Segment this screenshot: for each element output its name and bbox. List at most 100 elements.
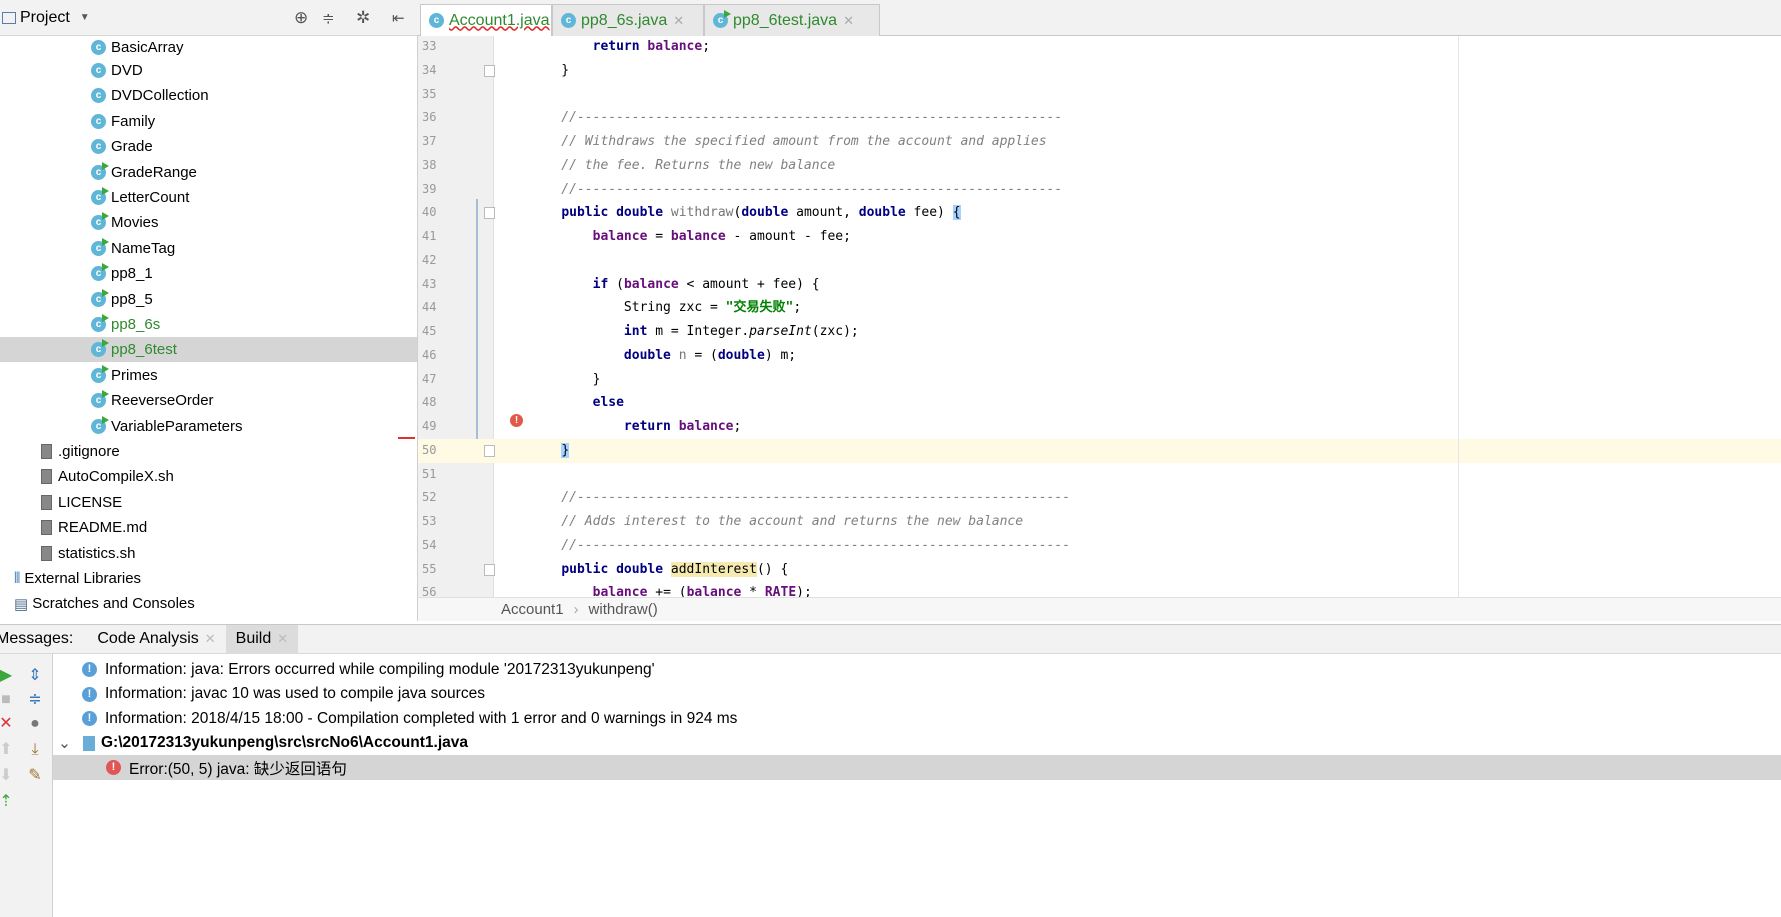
export-icon[interactable]: ⤓ xyxy=(25,740,45,760)
code-line[interactable]: 42 xyxy=(418,249,1781,273)
tree-item[interactable]: statistics.sh xyxy=(0,541,417,566)
tree-item[interactable]: c LetterCount xyxy=(0,185,417,210)
code-line[interactable]: 34 } xyxy=(418,59,1781,83)
message-row[interactable]: ! Information: javac 10 was used to compi… xyxy=(53,682,1781,707)
line-number: 41 xyxy=(422,229,437,243)
stop-icon[interactable]: ■ xyxy=(0,690,16,710)
tree-item[interactable]: ⫴ External Libraries xyxy=(0,566,417,591)
code-line[interactable]: 46 double n = (double) m; xyxy=(418,344,1781,368)
tab-pp8_6s-java[interactable]: c pp8_6s.java ✕ xyxy=(552,4,704,36)
rerun-icon[interactable]: ▶ xyxy=(0,666,16,686)
code-line[interactable]: 48 else xyxy=(418,391,1781,415)
fold-icon[interactable] xyxy=(484,444,495,457)
code-line[interactable]: 35 xyxy=(418,83,1781,107)
tree-item[interactable]: c Movies xyxy=(0,210,417,235)
hide-panel-icon[interactable]: ⇤ xyxy=(392,9,405,27)
tree-item[interactable]: c DVD xyxy=(0,58,417,83)
close-icon[interactable]: ✕ xyxy=(0,714,16,734)
code-line[interactable]: 39 //-----------------------------------… xyxy=(418,178,1781,202)
locate-icon[interactable]: ⊕ xyxy=(294,8,308,28)
up-arrow-icon[interactable]: ⬆ xyxy=(0,740,16,760)
code-line[interactable]: 37 // Withdraws the specified amount fro… xyxy=(418,130,1781,154)
collapse-all-icon[interactable]: ≑ xyxy=(25,690,45,710)
tree-item[interactable]: c Family xyxy=(0,109,417,134)
code-line[interactable]: 54 //-----------------------------------… xyxy=(418,534,1781,558)
filter-errors-icon[interactable]: ● xyxy=(25,714,45,734)
tab-code-analysis[interactable]: Code Analysis ✕ xyxy=(87,625,225,654)
down-arrow-icon[interactable]: ⬇ xyxy=(0,766,16,786)
tree-item[interactable]: ▤ Scratches and Consoles xyxy=(0,591,417,616)
code-line[interactable]: 38 // the fee. Returns the new balance xyxy=(418,154,1781,178)
runnable-class-icon: c xyxy=(91,390,109,409)
project-title[interactable]: Project xyxy=(20,9,70,27)
tab-build[interactable]: Build ✕ xyxy=(225,624,299,654)
tree-item[interactable]: c pp8_6test xyxy=(0,337,417,363)
tab-account1-java[interactable]: cAccount1.java✕ xyxy=(420,4,566,36)
message-row[interactable]: ⌄ G:\20172313yukunpeng\src\srcNo6\Account… xyxy=(53,731,1781,756)
wrench-icon[interactable]: ✎ xyxy=(25,766,45,786)
fold-icon[interactable] xyxy=(484,207,495,220)
breadcrumb-class[interactable]: Account1 xyxy=(501,601,564,618)
message-row[interactable]: ! Error:(50, 5) java: 缺少返回语句 xyxy=(53,755,1781,780)
code-line[interactable]: 45 int m = Integer.parseInt(zxc); xyxy=(418,320,1781,344)
tree-item[interactable]: c pp8_5 xyxy=(0,287,417,312)
chevron-down-icon[interactable]: ▼ xyxy=(80,12,90,23)
code-line[interactable]: 36 //-----------------------------------… xyxy=(418,106,1781,130)
tree-item[interactable]: c Grade xyxy=(0,134,417,159)
tree-item[interactable]: c ReeverseOrder xyxy=(0,388,417,413)
tree-item[interactable]: c Primes xyxy=(0,363,417,388)
tree-item[interactable]: AutoCompileX.sh xyxy=(0,464,417,489)
close-icon[interactable]: ✕ xyxy=(673,13,684,29)
bulb-error-icon[interactable]: ! xyxy=(510,414,523,427)
code-line[interactable]: 47 } xyxy=(418,368,1781,392)
chevron-down-icon[interactable]: ⌄ xyxy=(58,734,80,753)
tree-item[interactable]: c NameTag xyxy=(0,236,417,261)
code-line[interactable]: 49 return balance; xyxy=(418,415,1781,439)
class-icon: c xyxy=(91,39,106,55)
tree-item[interactable]: c pp8_6s xyxy=(0,312,417,337)
code-token: fee) xyxy=(905,205,953,221)
fold-icon[interactable] xyxy=(484,563,495,576)
code-line[interactable]: 52 //-----------------------------------… xyxy=(418,486,1781,510)
message-row[interactable]: ! Information: 2018/4/15 18:00 - Compilat… xyxy=(53,706,1781,731)
code-line[interactable]: 44 String zxc = "交易失败"; xyxy=(418,296,1781,320)
tab-label: Build xyxy=(235,630,272,647)
code-line[interactable]: 50 } xyxy=(418,438,1781,463)
close-icon[interactable]: ✕ xyxy=(205,631,216,647)
code-editor[interactable]: 33 return balance; 34 } 35 36 //-----------… xyxy=(418,36,1781,597)
line-number: 42 xyxy=(422,252,437,267)
tree-item[interactable]: README.md xyxy=(0,515,417,540)
expand-all-icon[interactable]: ⇕ xyxy=(25,666,45,686)
tab-pp8_6test-java[interactable]: c pp8_6test.java ✕ xyxy=(704,4,880,36)
tree-item[interactable]: c DVDCollection xyxy=(0,83,417,108)
tree-item[interactable]: c GradeRange xyxy=(0,160,417,185)
code-line[interactable]: 41 balance = balance - amount - fee; xyxy=(418,225,1781,249)
pin-icon[interactable]: ⇡ xyxy=(0,792,16,812)
close-icon[interactable]: ✕ xyxy=(843,13,854,29)
message-row[interactable]: ! Information: java: Errors occurred whil… xyxy=(53,657,1781,682)
breadcrumb-method[interactable]: withdraw() xyxy=(589,601,658,618)
tree-item[interactable]: c pp8_1 xyxy=(0,261,417,286)
tree-item[interactable]: LICENSE xyxy=(0,490,417,515)
code-token: //--------------------------------------… xyxy=(530,110,1063,126)
code-line[interactable]: 51 xyxy=(418,463,1781,487)
close-icon[interactable]: ✕ xyxy=(277,631,288,647)
code-line[interactable]: 53 // Adds interest to the account and r… xyxy=(418,510,1781,534)
code-line[interactable]: 56 balance += (balance * RATE); xyxy=(418,581,1781,597)
right-margin-guide xyxy=(1458,36,1459,597)
tree-item-partial[interactable]: c BasicArray xyxy=(0,37,417,57)
tree-item[interactable]: .gitignore xyxy=(0,439,417,464)
tree-item[interactable]: c VariableParameters xyxy=(0,414,417,439)
code-line[interactable]: 33 return balance; xyxy=(418,36,1781,59)
runnable-class-icon: c xyxy=(91,339,109,358)
fold-icon[interactable] xyxy=(484,64,495,77)
collapse-all-icon[interactable]: ≑ xyxy=(322,9,335,27)
code-line[interactable]: 43 if (balance < amount + fee) { xyxy=(418,273,1781,297)
gear-icon[interactable]: ✲ xyxy=(356,8,370,28)
code-line[interactable]: 40 public double withdraw(double amount,… xyxy=(418,201,1781,225)
code-line[interactable]: 55 public double addInterest() { xyxy=(418,558,1781,582)
